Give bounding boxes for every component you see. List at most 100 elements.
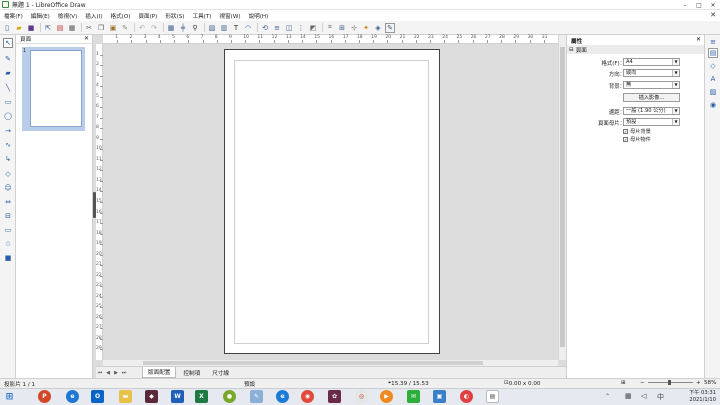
background-select[interactable]: 無 ▼	[623, 81, 680, 89]
save-icon[interactable]: ■	[26, 23, 36, 33]
curve-icon[interactable]: ∿	[3, 140, 13, 150]
close-document-icon[interactable]: ✕	[710, 11, 716, 19]
connector-icon[interactable]: ↳	[3, 154, 13, 164]
rectangle-icon[interactable]: ▭	[3, 97, 13, 107]
close-button[interactable]: ✕	[706, 0, 720, 10]
menu-help[interactable]: 說明(H)	[245, 12, 273, 20]
paste-icon[interactable]: ▣	[108, 23, 118, 33]
vertical-ruler[interactable]: 1 2 3 4 5 6 7 8 9 10 11 12 13 14 15 16 17 18 19 20 21 22 23 24 2…	[96, 44, 103, 360]
network-tray-icon[interactable]: ▦	[625, 392, 632, 400]
horizontal-scroll-thumb[interactable]	[143, 361, 483, 365]
export-icon[interactable]: ⇱	[43, 23, 53, 33]
basic-shapes-icon[interactable]: ◇	[3, 169, 13, 179]
master-background-checkbox[interactable]: ✓ 母片背景	[623, 128, 693, 135]
arrange-icon[interactable]: ◫	[284, 23, 294, 33]
undo-icon[interactable]: ↶	[137, 23, 147, 33]
insert-image-button[interactable]: 插入影像...	[623, 93, 680, 102]
zoom-icon[interactable]: ⚲	[190, 23, 200, 33]
word-icon[interactable]: W	[171, 390, 184, 403]
game-app-icon[interactable]: ◆	[145, 390, 158, 403]
sidebar-menu-icon[interactable]: ≡	[708, 37, 718, 47]
print-icon[interactable]: ▦	[67, 23, 77, 33]
close-pane-icon[interactable]: ✕	[84, 35, 89, 42]
fill-color-icon[interactable]: ▰	[3, 68, 13, 78]
styles-tab-icon[interactable]: A	[708, 74, 718, 84]
navigator-tab-icon[interactable]: ◉	[708, 100, 718, 110]
vertical-scroll-thumb[interactable]	[560, 47, 565, 347]
horizontal-ruler[interactable]: 1 2 3 4 5 6 7 8 9 10 11 12 13 14 15 16 17 18 19 20 21 22 23 24 2…	[103, 35, 558, 44]
zoom-slider[interactable]	[648, 380, 693, 385]
margins-select[interactable]: 一般 (1.90 公分) ▼	[623, 107, 680, 115]
edge-icon[interactable]: e	[276, 390, 289, 403]
gallery-tab-icon[interactable]: ▨	[708, 87, 718, 97]
page-section-header[interactable]: ⊟ 頁面	[567, 45, 705, 54]
block-arrows-icon[interactable]: ⇔	[3, 197, 13, 207]
transform-icon[interactable]: ⟲	[260, 23, 270, 33]
align-icon[interactable]: ≡	[272, 23, 282, 33]
orientation-select[interactable]: 縱向 ▼	[623, 69, 680, 77]
toggle-extrusion-icon[interactable]: ◈	[373, 23, 383, 33]
symbol-shapes-icon[interactable]: ☺	[3, 183, 13, 193]
menu-file[interactable]: 檔案(F)	[0, 12, 27, 20]
volume-tray-icon[interactable]: ◁	[641, 392, 646, 400]
libreoffice-draw-taskbar-icon[interactable]: ▤	[486, 390, 499, 403]
fontwork-icon[interactable]: ◠	[243, 23, 253, 33]
network-app-icon[interactable]: ▣	[433, 390, 446, 403]
grid-icon[interactable]: ▦	[166, 23, 176, 33]
helplines-icon[interactable]: ╪	[178, 23, 188, 33]
crop-icon[interactable]: ⌗	[325, 23, 335, 33]
sidebar-close-icon[interactable]: ✕	[696, 36, 701, 43]
outlook-icon[interactable]: O	[91, 390, 104, 403]
shadow-icon[interactable]: ◩	[308, 23, 318, 33]
excel-icon[interactable]: X	[195, 390, 208, 403]
chart-icon[interactable]: ▥	[219, 23, 229, 33]
copy-icon[interactable]: ❐	[96, 23, 106, 33]
page-thumbnail[interactable]	[30, 50, 82, 127]
select-icon[interactable]: ↖	[3, 38, 13, 48]
line-app-icon[interactable]: ✉	[407, 390, 420, 403]
language-tray-icon[interactable]: 中	[657, 392, 664, 402]
menu-page[interactable]: 頁面(P)	[134, 12, 161, 20]
tab-dimension-lines[interactable]: 尺寸線	[207, 368, 234, 378]
first-tab-icon[interactable]: ⏮	[96, 370, 104, 376]
filter-icon[interactable]: ⊞	[337, 23, 347, 33]
gluepoints-icon[interactable]: ✦	[361, 23, 371, 33]
internet-explorer-icon[interactable]: e	[66, 390, 79, 403]
master-objects-checkbox[interactable]: ✓ 母片物件	[623, 136, 693, 143]
tab-controls[interactable]: 控制項	[178, 368, 205, 378]
line-color-icon[interactable]: ✎	[3, 54, 13, 64]
menu-tools[interactable]: 工具(T)	[188, 12, 215, 20]
ball-app-icon[interactable]: ●	[223, 390, 236, 403]
taskbar-clock[interactable]: 下午 03:31 2021/1/10	[689, 390, 716, 403]
new-icon[interactable]: ▯	[2, 23, 12, 33]
ellipse-icon[interactable]: ◯	[3, 111, 13, 121]
update-app-icon[interactable]: ◐	[460, 390, 473, 403]
zoom-slider-knob[interactable]	[668, 380, 671, 385]
next-tab-icon[interactable]: ▶	[112, 370, 120, 376]
textbox-icon[interactable]: T	[231, 23, 241, 33]
prev-tab-icon[interactable]: ◀	[104, 370, 112, 376]
media-app-icon[interactable]: ✿	[328, 390, 341, 403]
image-icon[interactable]: ▨	[207, 23, 217, 33]
shapes-tab-icon[interactable]: ◇	[708, 61, 718, 71]
last-tab-icon[interactable]: ⏭	[120, 370, 128, 376]
notes-app-icon[interactable]: ✎	[250, 390, 263, 403]
tab-layout[interactable]: 版面配置	[142, 367, 177, 378]
chrome-icon[interactable]: ◉	[301, 390, 314, 403]
stars-icon[interactable]: ☆	[3, 239, 13, 249]
maximize-button[interactable]: □	[692, 0, 706, 10]
minimize-button[interactable]: –	[678, 0, 692, 10]
collapse-section-icon[interactable]: ⊟	[569, 47, 574, 53]
line-icon[interactable]: ╲	[3, 83, 13, 93]
3d-objects-icon[interactable]: ■	[3, 253, 13, 263]
security-app-icon[interactable]: ◎	[355, 390, 368, 403]
master-page-select[interactable]: 預設 ▼	[623, 118, 680, 126]
fit-page-icon[interactable]: ⊞	[621, 380, 626, 386]
tray-chevron-icon[interactable]: ⌃	[605, 393, 610, 400]
menu-shape[interactable]: 形狀(S)	[161, 12, 188, 20]
callouts-icon[interactable]: ▭	[3, 225, 13, 235]
vertical-scrollbar[interactable]	[558, 35, 566, 360]
cut-icon[interactable]: ✂	[84, 23, 94, 33]
format-select[interactable]: A4 ▼	[623, 58, 680, 66]
menu-insert[interactable]: 插入(I)	[81, 12, 106, 20]
